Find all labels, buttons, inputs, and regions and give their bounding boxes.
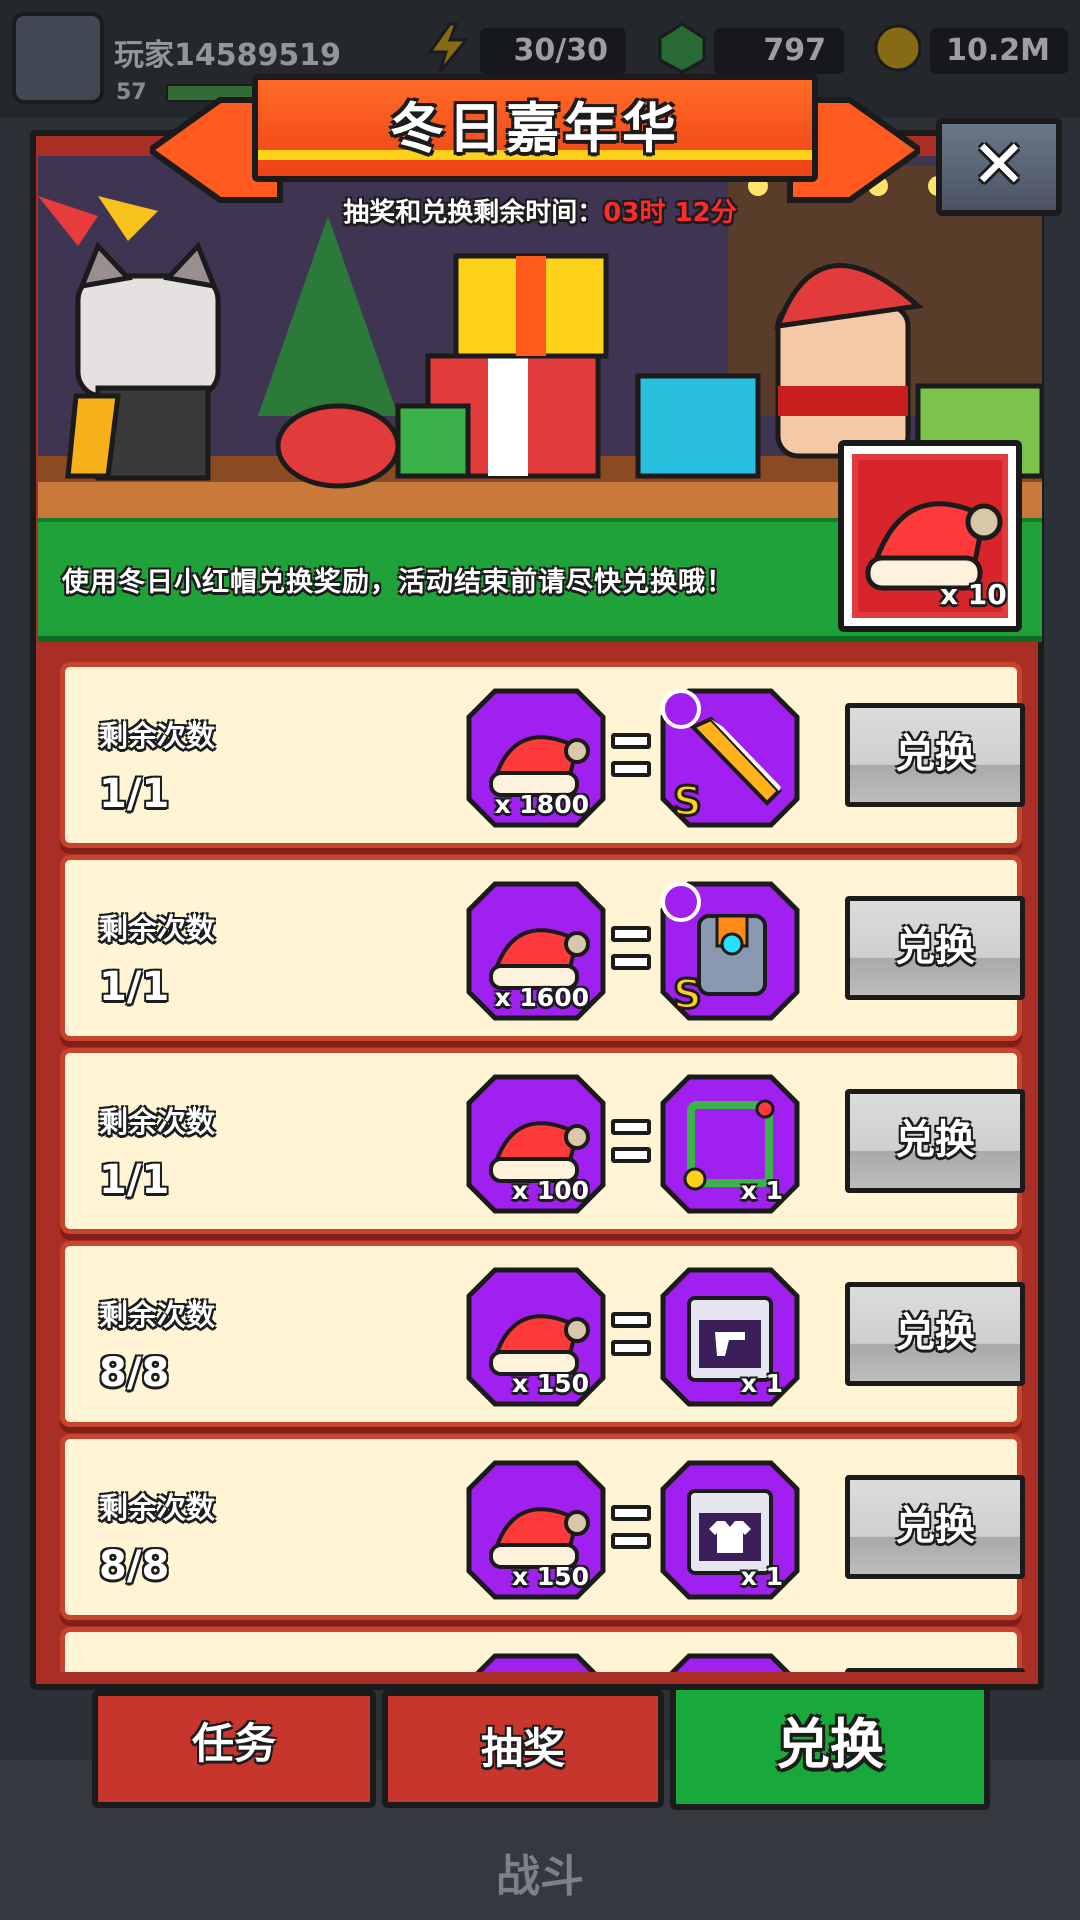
energy-icon xyxy=(427,22,470,73)
coin-icon xyxy=(874,24,922,72)
reward-amount: x 1 xyxy=(740,1176,783,1205)
remaining-count: 1/1 xyxy=(99,771,170,817)
equals-icon xyxy=(611,727,651,787)
equals-icon xyxy=(611,920,651,980)
tab-lottery[interactable]: 抽奖 xyxy=(382,1690,664,1808)
exchange-button[interactable]: 兑换 xyxy=(845,1282,1025,1386)
remaining-count: 8/8 xyxy=(99,1350,170,1396)
reward-tile[interactable]: x 1 xyxy=(659,1073,801,1215)
coin-counter: 10.2M xyxy=(930,28,1068,74)
remaining-label: 剩余次数 xyxy=(99,1105,216,1139)
reward-tile[interactable] xyxy=(659,1652,801,1672)
remaining-count: 1/1 xyxy=(99,964,170,1010)
exchange-button[interactable]: 兑换 xyxy=(845,896,1025,1000)
cost-amount: x 150 xyxy=(511,1562,589,1591)
equals-icon xyxy=(611,1113,651,1173)
player-level: 57 xyxy=(116,80,147,105)
battle-nav-label[interactable]: 战斗 xyxy=(420,1840,660,1904)
tab-exchange[interactable]: 兑换 xyxy=(670,1684,990,1810)
close-icon: ✕ xyxy=(971,126,1027,203)
svg-text:S: S xyxy=(673,972,702,1018)
cost-amount: x 1800 xyxy=(494,790,589,819)
exchange-row: 剩余次数 1/1 x 100 x 1 兑换 xyxy=(60,1048,1025,1234)
equals-icon xyxy=(611,1306,651,1366)
exchange-button[interactable]: 兑换 xyxy=(845,703,1025,807)
player-name: 玩家14589519 xyxy=(114,38,341,73)
remaining-label: 剩余次数 xyxy=(99,1491,216,1525)
remaining-count: 1/1 xyxy=(99,1157,170,1203)
gem-counter: 797 xyxy=(714,28,844,74)
exchange-button[interactable]: 兑换 xyxy=(845,1089,1025,1193)
cost-tile xyxy=(465,1652,607,1672)
exchange-button[interactable]: 兑换 xyxy=(845,1475,1025,1579)
exchange-row xyxy=(60,1627,1025,1672)
remaining-label: 剩余次数 xyxy=(99,1298,216,1332)
exchange-row: 剩余次数 8/8 x 150 x 1 兑换 xyxy=(60,1434,1025,1620)
reward-amount: x 1 xyxy=(740,1369,783,1398)
player-avatar[interactable] xyxy=(12,12,104,104)
cost-tile: x 1800 xyxy=(465,687,607,829)
cost-amount: x 150 xyxy=(511,1369,589,1398)
reward-tile[interactable]: S xyxy=(659,687,801,829)
exchange-row: 剩余次数 8/8 x 150 x 1 兑换 xyxy=(60,1241,1025,1427)
cost-tile: x 150 xyxy=(465,1459,607,1601)
remaining-time-label: 抽奖和兑换剩余时间： xyxy=(343,198,604,228)
cost-tile: x 100 xyxy=(465,1073,607,1215)
cost-tile: x 150 xyxy=(465,1266,607,1408)
cost-tile: x 1600 xyxy=(465,880,607,1022)
event-screen: { "top_bar": { "player_name": "玩家1458951… xyxy=(0,0,1080,1920)
event-title: 冬日嘉年华 xyxy=(390,97,680,160)
svg-text:S: S xyxy=(673,779,702,825)
gem-icon xyxy=(658,22,706,74)
reward-tile[interactable]: x 1 xyxy=(659,1459,801,1601)
energy-counter: 30/30 xyxy=(480,28,626,74)
exchange-list[interactable]: 剩余次数 1/1 x 1800 S 兑换 剩余次数 1/1 x 1600 S 兑… xyxy=(38,648,1036,1672)
weapon-chest-icon xyxy=(687,1296,773,1382)
tab-tasks[interactable]: 任务 xyxy=(92,1690,376,1808)
remaining-time: 抽奖和兑换剩余时间：03时 12分 xyxy=(250,192,830,229)
remaining-time-value: 03时 12分 xyxy=(603,198,737,228)
equals-icon xyxy=(611,1499,651,1559)
exchange-button[interactable] xyxy=(845,1668,1025,1672)
remaining-label: 剩余次数 xyxy=(99,912,216,946)
exchange-row: 剩余次数 1/1 x 1600 S 兑换 xyxy=(60,855,1025,1041)
reward-amount: x 1 xyxy=(740,1562,783,1591)
event-description: 使用冬日小红帽兑换奖励，活动结束前请尽快兑换哦！ xyxy=(62,567,734,598)
reward-tile[interactable]: S xyxy=(659,880,801,1022)
cost-amount: x 1600 xyxy=(494,983,589,1012)
exchange-row: 剩余次数 1/1 x 1800 S 兑换 xyxy=(60,662,1025,848)
close-button[interactable]: ✕ xyxy=(936,118,1062,216)
token-count: x 10 xyxy=(940,578,1007,611)
remaining-label: 剩余次数 xyxy=(99,719,216,753)
armor-chest-icon xyxy=(687,1489,773,1575)
remaining-count: 8/8 xyxy=(99,1543,170,1589)
cost-amount: x 100 xyxy=(511,1176,589,1205)
reward-tile[interactable]: x 1 xyxy=(659,1266,801,1408)
